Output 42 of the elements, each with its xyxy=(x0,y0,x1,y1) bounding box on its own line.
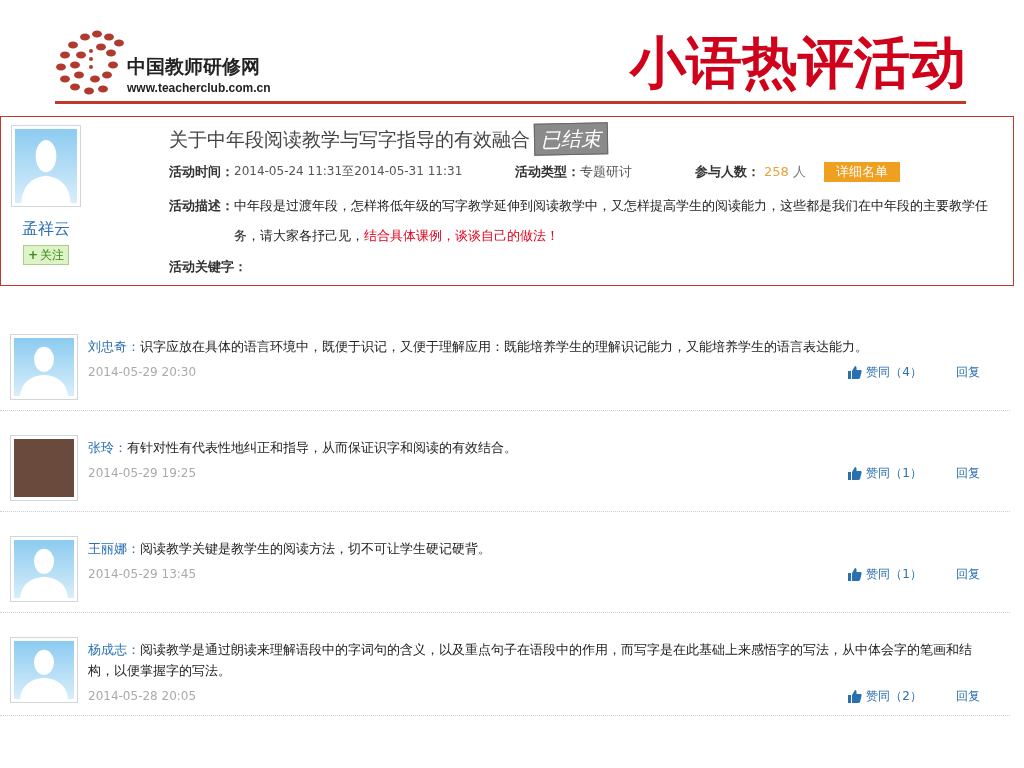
field-label: 活动关键字： xyxy=(169,258,247,276)
like-button[interactable]: 赞同（1） xyxy=(848,464,922,482)
comment-time: 2014-05-29 19:25 xyxy=(88,465,198,482)
comment-text: 杨成志：阅读教学是通过朗读来理解语段中的字词句的含义，以及重点句子在语段中的作用，而写字是在此基础上来感悟字的写法，从中体会字的笔画和结构，以便掌握字的写法。 xyxy=(88,641,973,680)
logo-url: www.teacherclub.com.cn xyxy=(127,80,271,97)
thumbs-up-icon xyxy=(848,365,863,379)
field-label: 参与人数： xyxy=(695,163,760,182)
status-stamp: 已结束 xyxy=(533,122,609,156)
field-value: 专题研讨 xyxy=(580,163,632,182)
reply-link[interactable]: 回复 xyxy=(956,464,980,482)
description-text: 中年段是过渡年段，怎样将低年级的写字教学延伸到阅读教学中，又怎样提高学生的阅读能力，这些都是我们在中年段的主要教学任务，请大家各抒己见，结合具体课例，谈谈自己的做法！ xyxy=(234,197,989,245)
field-value: 2014-05-24 11:31至2014-05-31 11:31 xyxy=(234,163,463,181)
follow-button[interactable]: + 关注 xyxy=(22,245,70,265)
photo-placeholder xyxy=(10,435,78,501)
activity-title: 关于中年段阅读教学与写字指导的有效融合 xyxy=(169,126,530,152)
comment-text: 刘忠奇：识字应放在具体的语言环境中，既便于识记，又便于理解应用：既能培养学生的理解识记能力，又能培养学生的语言表达能力。 xyxy=(88,338,869,356)
thumbs-up-icon xyxy=(848,567,863,581)
thumbs-up-icon xyxy=(848,689,863,703)
thumbs-up-icon xyxy=(848,466,863,480)
like-button[interactable]: 赞同（2） xyxy=(848,687,922,705)
avatar-silhouette-icon xyxy=(10,536,78,602)
reply-link[interactable]: 回复 xyxy=(956,363,980,381)
comment-text: 张玲：有针对性有代表性地纠正和指导，从而保证识字和阅读的有效结合。 xyxy=(88,439,518,457)
participant-count: 258 xyxy=(764,163,789,182)
comment-time: 2014-05-29 13:45 xyxy=(88,566,198,583)
slide-title: 小语热评活动 xyxy=(630,35,966,97)
reply-link[interactable]: 回复 xyxy=(956,687,980,705)
field-label: 活动时间： xyxy=(169,163,234,182)
count-unit: 人 xyxy=(792,163,806,182)
avatar-silhouette-icon xyxy=(11,125,81,207)
avatar-silhouette-icon xyxy=(10,637,78,703)
like-button[interactable]: 赞同（4） xyxy=(848,363,922,381)
reply-link[interactable]: 回复 xyxy=(956,565,980,583)
avatar-silhouette-icon xyxy=(10,334,78,400)
field-label: 活动类型： xyxy=(515,163,580,182)
comment-time: 2014-05-28 20:05 xyxy=(88,688,198,705)
like-button[interactable]: 赞同（1） xyxy=(848,565,922,583)
comment-time: 2014-05-29 20:30 xyxy=(88,364,198,381)
field-label: 活动描述： xyxy=(169,197,234,215)
comment-text: 王丽娜：阅读教学关键是教学生的阅读方法，切不可让学生硬记硬背。 xyxy=(88,540,492,558)
logo-name: 中国教师研修网 xyxy=(127,55,261,79)
author-name[interactable]: 孟祥云 xyxy=(22,217,70,241)
